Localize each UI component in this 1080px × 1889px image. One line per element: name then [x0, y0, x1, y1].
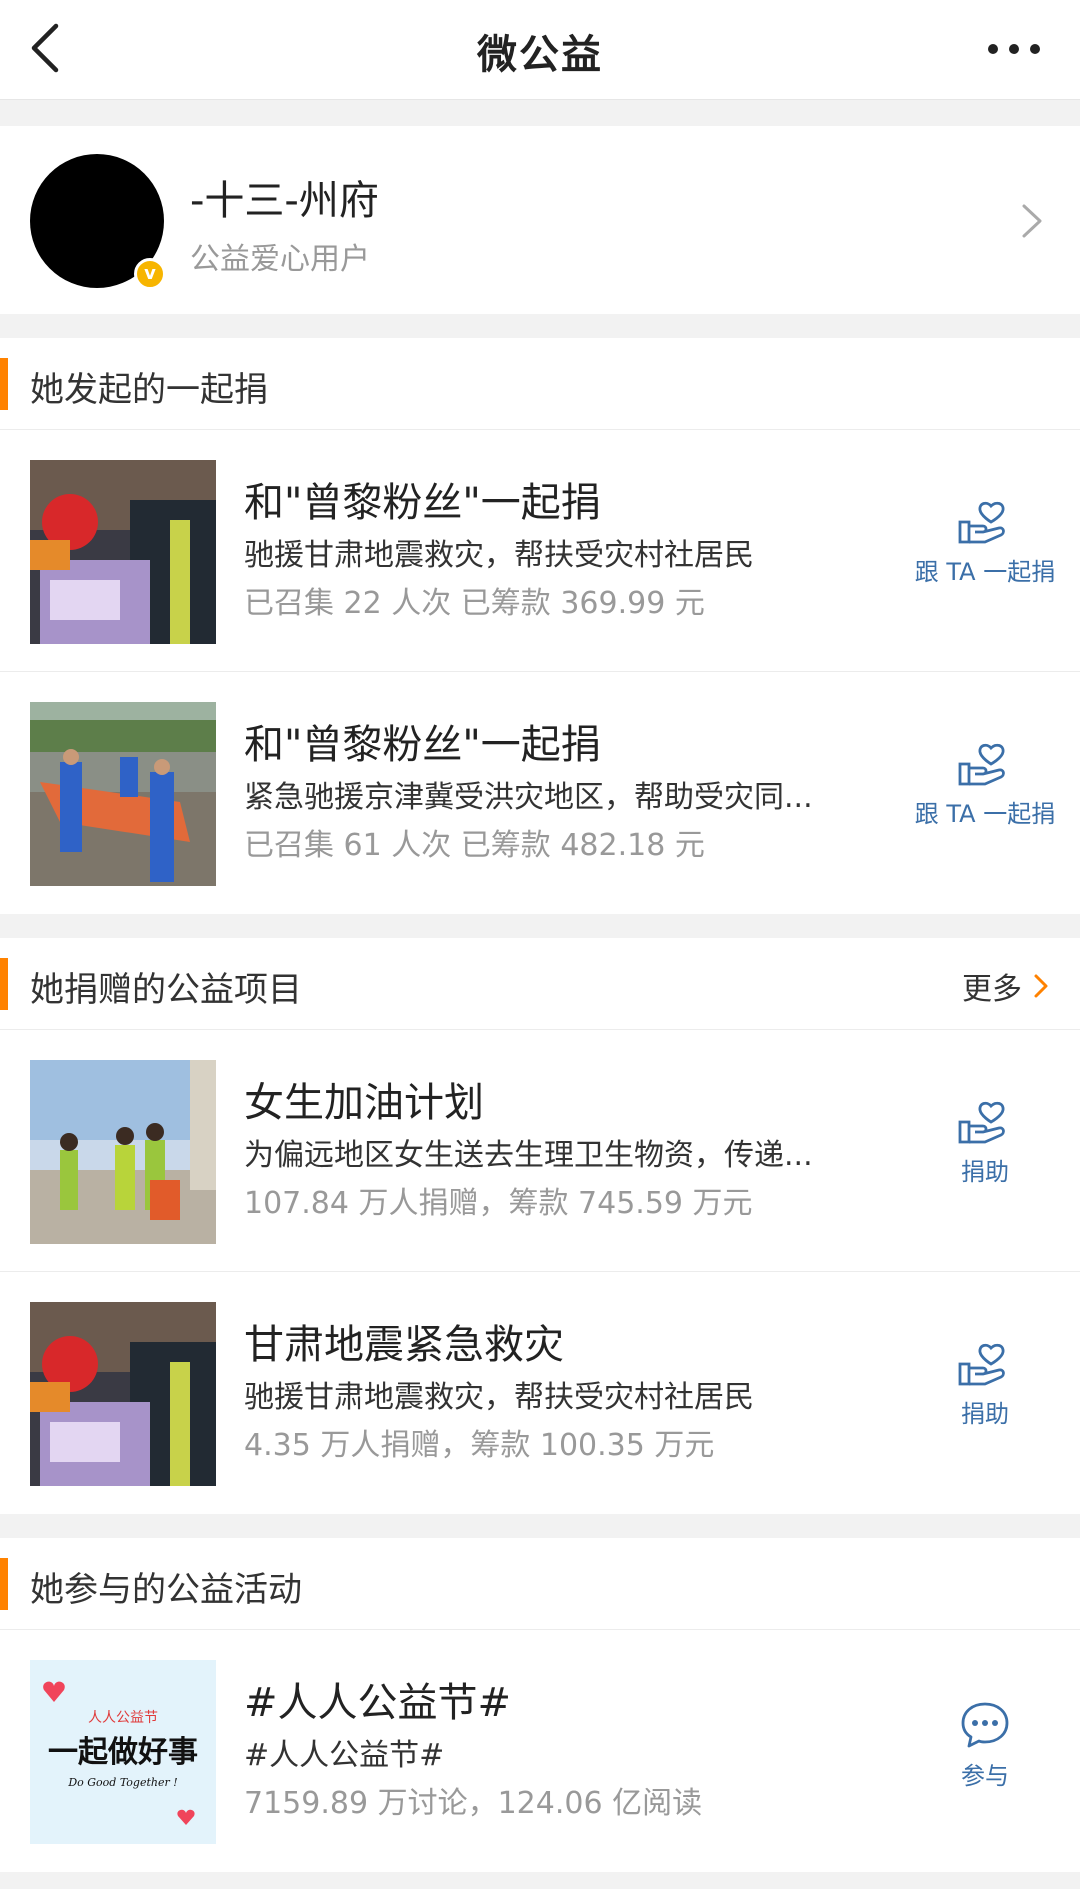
item-description: 为偏远地区女生送去生理卫生物资，传递...	[244, 1138, 813, 1173]
earthquake-relief-photo-thumbnail	[30, 1302, 216, 1486]
item-description: 紧急驰援京津冀受洪灾地区，帮助受灾同...	[244, 780, 813, 815]
heart-hand-icon	[958, 501, 1005, 544]
list-item[interactable]: 人人公益节 一起做好事 Do Good Together ! #人人公益节# #…	[0, 1630, 1080, 1872]
heart-hand-icon	[958, 743, 1005, 786]
top-bar: 微公益	[0, 0, 1080, 100]
participate-button[interactable]: 参与	[910, 1700, 1060, 1791]
section-donated-projects: 她捐赠的公益项目 更多 女生加油计划 为偏远地区女生送去生理卫生物资，传递...…	[0, 938, 1080, 1514]
more-options-icon[interactable]	[984, 34, 1044, 64]
action-label: 参与	[961, 1762, 1009, 1790]
action-label: 跟 TA 一起捐	[914, 558, 1056, 586]
heart-hand-icon	[958, 1343, 1005, 1386]
item-stats: 107.84 万人捐赠，筹款 745.59 万元	[244, 1186, 753, 1221]
profile-name: -十三-州府	[190, 178, 379, 224]
list-item[interactable]: 女生加油计划 为偏远地区女生送去生理卫生物资，传递... 107.84 万人捐赠…	[0, 1030, 1080, 1272]
chevron-right-icon	[1034, 974, 1048, 998]
section-title: 她发起的一起捐	[30, 370, 268, 410]
action-label: 捐助	[961, 1158, 1009, 1186]
charity-festival-poster-thumbnail: 人人公益节 一起做好事 Do Good Together !	[30, 1660, 216, 1844]
item-stats: 7159.89 万讨论，124.06 亿阅读	[244, 1786, 703, 1821]
section-header: 她捐赠的公益项目 更多	[0, 938, 1080, 1030]
girls-project-photo-thumbnail	[30, 1060, 216, 1244]
item-description: 驰援甘肃地震救灾，帮扶受灾村社居民	[244, 538, 754, 573]
item-title: 甘肃地震紧急救灾	[244, 1322, 564, 1368]
section-header: 她发起的一起捐	[0, 338, 1080, 430]
action-label: 跟 TA 一起捐	[914, 800, 1056, 828]
page-title: 微公益	[477, 32, 603, 78]
section-header: 她参与的公益活动	[0, 1538, 1080, 1630]
chat-bubble-icon	[961, 1702, 1009, 1748]
poster-tagline-text: Do Good Together !	[67, 1776, 177, 1789]
flood-rescue-photo-thumbnail	[30, 702, 216, 886]
poster-slogan-text: 一起做好事	[48, 1735, 198, 1770]
item-title: 女生加油计划	[244, 1080, 484, 1126]
donate-button[interactable]: 捐助	[910, 1100, 1060, 1187]
list-item[interactable]: 甘肃地震紧急救灾 驰援甘肃地震救灾，帮扶受灾村社居民 4.35 万人捐赠，筹款 …	[0, 1272, 1080, 1514]
section-joined-activities: 她参与的公益活动 人人公益节 一起做好事 Do Good Together ! …	[0, 1538, 1080, 1872]
item-stats: 已召集 61 人次 已筹款 482.18 元	[244, 828, 705, 863]
more-label: 更多	[962, 972, 1022, 1007]
poster-brand-text: 人人公益节	[88, 1710, 158, 1726]
section-title: 她捐赠的公益项目	[30, 970, 302, 1010]
section-accent-bar	[0, 958, 8, 1010]
profile-card[interactable]: v -十三-州府 公益爱心用户	[0, 126, 1080, 314]
more-link[interactable]: 更多	[962, 964, 1050, 1008]
section-accent-bar	[0, 1558, 8, 1610]
section-accent-bar	[0, 358, 8, 410]
item-title: 和"曾黎粉丝"一起捐	[244, 722, 601, 768]
rescue-photo-thumbnail	[30, 460, 216, 644]
item-title: 和"曾黎粉丝"一起捐	[244, 480, 601, 526]
verified-badge-icon: v	[134, 258, 166, 290]
donate-together-button[interactable]: 跟 TA 一起捐	[910, 500, 1060, 587]
action-label: 捐助	[961, 1400, 1009, 1428]
item-title: #人人公益节#	[244, 1680, 512, 1726]
profile-subtitle: 公益爱心用户	[190, 242, 370, 277]
section-initiated-donations: 她发起的一起捐 和"曾黎粉丝"一起捐 驰援甘肃地震救灾，帮扶受灾村社居民 已召集…	[0, 338, 1080, 914]
chevron-right-icon[interactable]	[1012, 196, 1052, 246]
item-stats: 已召集 22 人次 已筹款 369.99 元	[244, 586, 705, 621]
section-title: 她参与的公益活动	[30, 1570, 302, 1610]
list-item[interactable]: 和"曾黎粉丝"一起捐 紧急驰援京津冀受洪灾地区，帮助受灾同... 已召集 61 …	[0, 672, 1080, 914]
donate-together-button[interactable]: 跟 TA 一起捐	[910, 742, 1060, 829]
item-description: 驰援甘肃地震救灾，帮扶受灾村社居民	[244, 1380, 754, 1415]
item-description: #人人公益节#	[244, 1738, 445, 1773]
list-item[interactable]: 和"曾黎粉丝"一起捐 驰援甘肃地震救灾，帮扶受灾村社居民 已召集 22 人次 已…	[0, 430, 1080, 672]
donate-button[interactable]: 捐助	[910, 1342, 1060, 1429]
heart-hand-icon	[958, 1101, 1005, 1144]
item-stats: 4.35 万人捐赠，筹款 100.35 万元	[244, 1428, 715, 1463]
